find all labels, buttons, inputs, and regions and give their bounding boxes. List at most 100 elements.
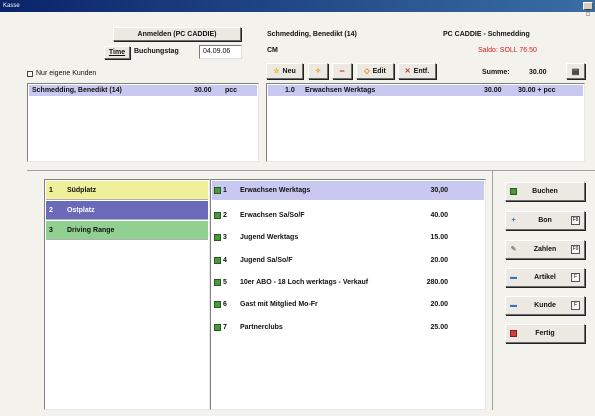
- product-index: 5: [223, 279, 227, 286]
- article-icon: ▬: [510, 274, 517, 281]
- summe-label: Summe:: [482, 69, 510, 76]
- edit-button[interactable]: ◇ Edit: [356, 63, 394, 79]
- category-label: Südplatz: [66, 187, 97, 194]
- product-icon: [214, 301, 221, 308]
- kunde-button[interactable]: ▬ Kunde F: [505, 296, 585, 315]
- product-name: Partnerclubs: [240, 324, 283, 331]
- customer-row-name: Schmedding, Benedikt (14): [32, 87, 122, 94]
- payment-icon: ✎: [510, 246, 517, 253]
- product-name: Erwachsen Werktags: [240, 187, 311, 194]
- fertig-label: Fertig: [535, 330, 555, 337]
- product-index: 4: [223, 257, 227, 264]
- buchungstag-field[interactable]: 04.09.06: [199, 45, 242, 59]
- own-customers-label: Nur eigene Kunden: [36, 70, 97, 77]
- booking-row-price: 30.00: [484, 87, 502, 94]
- summe-value: 30.00: [529, 69, 547, 76]
- table-row[interactable]: 1.0 Erwachsen Werktags 30.00 30.00 + pcc: [268, 85, 583, 96]
- book-icon: [510, 188, 517, 195]
- category-label: Ostplatz: [66, 207, 95, 214]
- artikel-shortcut: F: [571, 273, 580, 282]
- login-button[interactable]: Anmelden (PC CADDIE): [113, 27, 241, 41]
- category-item[interactable]: 2 Ostplatz: [46, 201, 208, 220]
- kunde-label: Kunde: [534, 302, 556, 309]
- delete-button-label: Entf.: [413, 67, 430, 75]
- product-icon: [214, 234, 221, 241]
- finish-icon: [510, 330, 517, 337]
- product-price: 15.00: [430, 234, 448, 241]
- category-index: 1: [49, 187, 53, 194]
- product-name: Gast mit Mitglied Mo-Fr: [240, 301, 318, 308]
- window-titlebar: Kasse _ □: [0, 0, 595, 18]
- app-title: PC CADDIE - Schmedding: [443, 31, 530, 38]
- window-title: Kasse: [3, 3, 20, 9]
- category-label: Driving Range: [66, 227, 115, 234]
- minus-icon: −: [339, 66, 345, 76]
- delete-icon: ✕: [404, 68, 411, 75]
- minus-button[interactable]: −: [332, 63, 352, 79]
- buchen-label: Buchen: [532, 188, 558, 195]
- booking-row-total: 30.00 + pcc: [518, 87, 556, 94]
- category-index: 2: [49, 207, 53, 214]
- customer-list[interactable]: Schmedding, Benedikt (14) 30.00 pcc: [27, 83, 259, 162]
- product-icon: [214, 212, 221, 219]
- list-item[interactable]: 7 Partnerclubs 25.00: [212, 318, 484, 337]
- own-customers-option[interactable]: Nur eigene Kunden: [27, 70, 96, 77]
- kunde-shortcut: F: [571, 301, 580, 310]
- login-button-label: Anmelden (PC CADDIE): [137, 30, 217, 38]
- new-button-label: Neu: [282, 67, 296, 75]
- booking-list[interactable]: 1.0 Erwachsen Werktags 30.00 30.00 + pcc: [266, 83, 585, 162]
- product-name: 10er ABO - 18 Loch werktags - Verkauf: [240, 279, 369, 286]
- customer-icon: ▬: [510, 302, 517, 309]
- product-price: 20.00: [430, 257, 448, 264]
- fertig-button[interactable]: Fertig: [505, 324, 585, 343]
- customer-code: CM: [267, 47, 278, 54]
- product-index: 7: [223, 324, 227, 331]
- receipt-icon: +: [511, 217, 516, 224]
- product-name: Jugend Sa/So/F: [240, 257, 293, 264]
- action-panel: [492, 170, 595, 410]
- list-item[interactable]: Schmedding, Benedikt (14) 30.00 pcc: [29, 85, 257, 96]
- zahlen-button[interactable]: ✎ Zahlen F9: [505, 240, 585, 259]
- bon-label: Bon: [538, 217, 552, 224]
- list-item[interactable]: 6 Gast mit Mitglied Mo-Fr 20.00: [212, 295, 484, 314]
- category-index: 3: [49, 227, 53, 234]
- category-list[interactable]: 1 Südplatz 2 Ostplatz 3 Driving Range: [44, 179, 210, 410]
- product-icon: [214, 279, 221, 286]
- booking-row-qty: 1.0: [285, 87, 295, 94]
- time-button-label: Time: [108, 49, 126, 56]
- bon-shortcut: F8: [571, 216, 580, 225]
- window-controls[interactable]: _ □: [583, 2, 593, 18]
- product-name: Jugend Werktags: [240, 234, 299, 241]
- saldo-text: Saldo: SOLL 76.50: [478, 47, 537, 54]
- list-item[interactable]: 2 Erwachsen Sa/So/F 40.00: [212, 206, 484, 225]
- category-item[interactable]: 3 Driving Range: [46, 221, 208, 240]
- time-button[interactable]: Time: [104, 46, 130, 59]
- product-price: 30,00: [430, 187, 448, 194]
- product-index: 3: [223, 234, 227, 241]
- edit-icon: ◇: [364, 68, 370, 75]
- product-icon: [214, 257, 221, 264]
- delete-button[interactable]: ✕ Entf.: [398, 63, 436, 79]
- list-item[interactable]: 1 Erwachsen Werktags 30,00: [212, 181, 484, 200]
- list-item[interactable]: 4 Jugend Sa/So/F 20.00: [212, 251, 484, 270]
- list-item[interactable]: 3 Jugend Werktags 15.00: [212, 228, 484, 247]
- category-item[interactable]: 1 Südplatz: [46, 181, 208, 200]
- own-customers-checkbox[interactable]: [27, 70, 33, 77]
- product-price: 40.00: [430, 212, 448, 219]
- buchen-button[interactable]: Buchen: [505, 182, 585, 201]
- buchungstag-value: 04.09.06: [203, 48, 231, 55]
- zahlen-shortcut: F9: [571, 245, 580, 254]
- product-icon: [214, 187, 221, 194]
- product-price: 280.00: [426, 279, 448, 286]
- product-list[interactable]: 1 Erwachsen Werktags 30,00 2 Erwachsen S…: [210, 179, 486, 410]
- product-index: 2: [223, 212, 227, 219]
- new-button[interactable]: ☆ Neu: [266, 63, 303, 79]
- artikel-label: Artikel: [534, 274, 556, 281]
- edit-button-label: Edit: [372, 67, 386, 75]
- artikel-button[interactable]: ▬ Artikel F: [505, 268, 585, 287]
- calculator-button[interactable]: ▤: [566, 63, 585, 79]
- list-item[interactable]: 5 10er ABO - 18 Loch werktags - Verkauf …: [212, 273, 484, 292]
- bon-button[interactable]: + Bon F8: [505, 211, 585, 230]
- customer-name: Schmedding, Benedikt (14): [267, 31, 357, 38]
- add-button[interactable]: ✧: [308, 63, 328, 79]
